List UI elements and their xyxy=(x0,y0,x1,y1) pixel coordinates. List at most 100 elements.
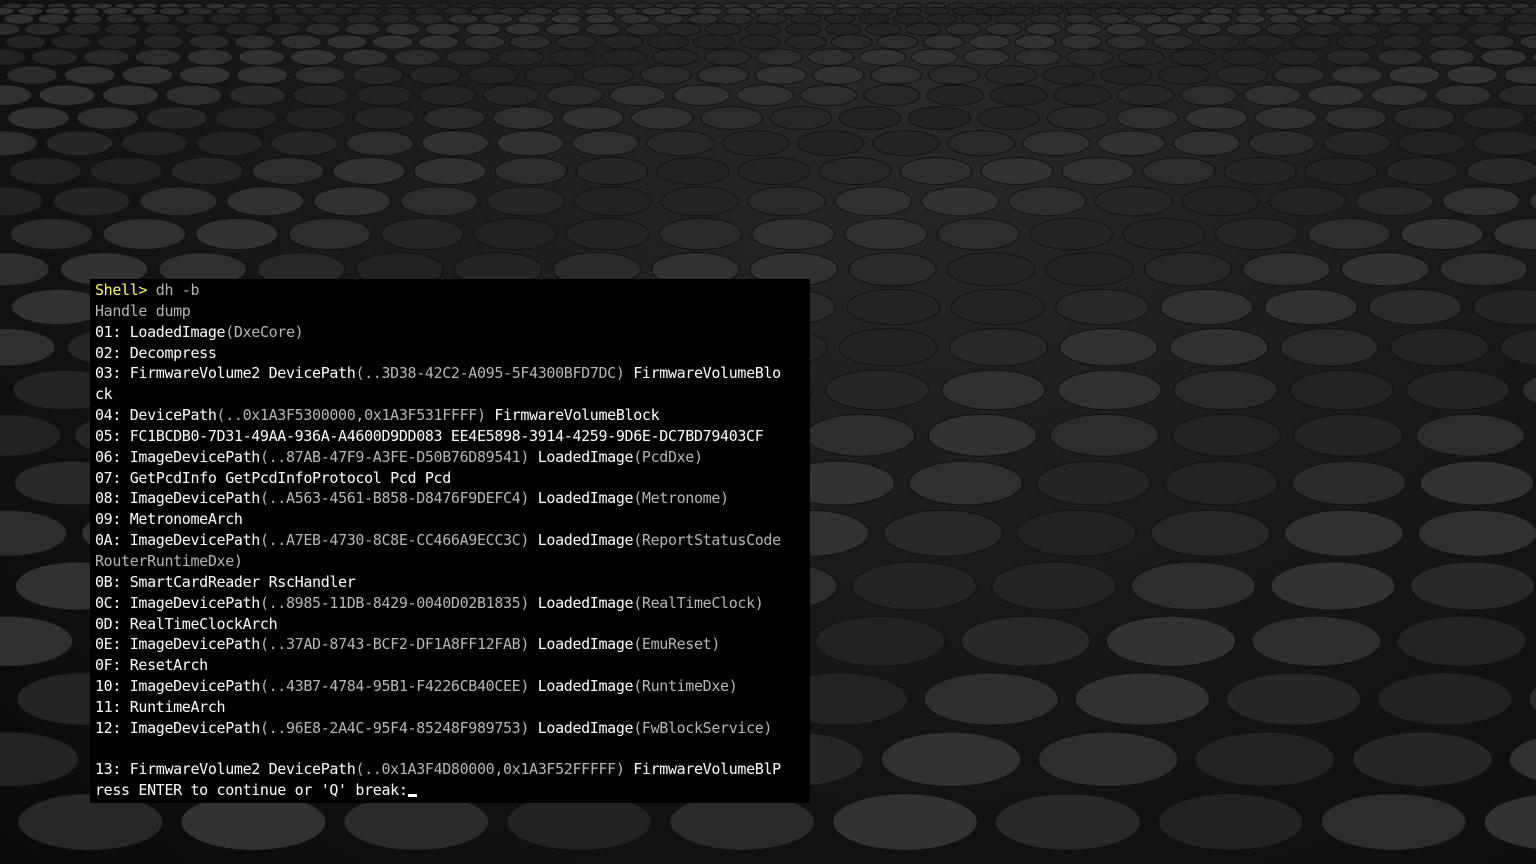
wallpaper-disc xyxy=(242,13,275,25)
wallpaper-disc xyxy=(1265,22,1303,36)
wallpaper-disc xyxy=(188,34,231,50)
wallpaper-disc xyxy=(1007,186,1087,217)
output-line: 13: FirmwareVolume2 DevicePath(..0x1A3F4… xyxy=(95,759,807,780)
wallpaper-disc xyxy=(1150,509,1271,557)
output-segment: 03: FirmwareVolume2 DevicePath xyxy=(95,364,356,383)
wallpaper-disc xyxy=(704,22,742,36)
wallpaper-disc xyxy=(799,84,858,107)
wallpaper-disc xyxy=(796,130,865,157)
wallpaper-disc xyxy=(1293,413,1403,457)
output-segment: 13: FirmwareVolume2 DevicePath xyxy=(95,760,356,779)
pause-prompt-line[interactable]: ress ENTER to continue or 'Q' break: xyxy=(95,780,807,801)
wallpaper-disc xyxy=(251,157,325,185)
output-segment: RouterRuntimeDxe) xyxy=(95,551,243,570)
wallpaper-disc xyxy=(883,509,1003,557)
wallpaper-disc xyxy=(8,157,82,185)
wallpaper-disc xyxy=(226,186,305,217)
wallpaper-disc xyxy=(980,6,1007,16)
wallpaper-disc xyxy=(351,65,404,85)
output-segment: (..37AD-8743-BCF2-DF1A8FF12FAB) xyxy=(259,635,530,654)
wallpaper-disc xyxy=(1273,48,1321,66)
wallpaper-disc xyxy=(1254,106,1318,130)
wallpaper-disc xyxy=(1445,65,1499,85)
output-line: 0B: SmartCardReader RscHandler xyxy=(95,572,807,593)
wallpaper-disc xyxy=(0,130,39,157)
wallpaper-disc xyxy=(1066,48,1114,66)
wallpaper-disc xyxy=(1169,328,1269,367)
wallpaper-disc xyxy=(1169,48,1217,66)
wallpaper-disc xyxy=(417,34,460,50)
wallpaper-disc xyxy=(1142,157,1216,185)
output-segment: 04: DevicePath xyxy=(95,406,217,425)
wallpaper-disc xyxy=(1097,130,1166,157)
uefi-shell-terminal[interactable]: Shell> dh -b Handle dump 01: LoadedImage(D… xyxy=(90,279,810,803)
wallpaper-disc xyxy=(0,48,27,66)
wallpaper-disc xyxy=(1045,252,1134,287)
wallpaper-disc xyxy=(1351,731,1493,787)
wallpaper-disc xyxy=(325,34,368,50)
wallpaper-disc xyxy=(838,328,938,367)
wallpaper-disc xyxy=(962,48,1010,66)
wallpaper-disc xyxy=(1428,48,1476,66)
wallpaper-disc xyxy=(1305,22,1343,36)
wallpaper-disc xyxy=(105,13,138,25)
wallpaper-disc xyxy=(1055,288,1149,326)
wallpaper-disc xyxy=(215,106,278,130)
wallpaper-disc xyxy=(445,48,493,66)
wallpaper-disc xyxy=(276,13,309,25)
output-segment: 12: ImageDevicePath xyxy=(95,718,260,737)
wallpaper-disc xyxy=(653,13,685,25)
wallpaper-disc xyxy=(121,65,174,85)
wallpaper-disc xyxy=(968,34,1011,50)
wallpaper-disc xyxy=(789,13,822,25)
wallpaper-disc xyxy=(195,217,279,251)
wallpaper-disc xyxy=(482,13,514,25)
wallpaper-disc xyxy=(0,328,56,367)
output-segment: 0D: RealTimeClockArch xyxy=(95,614,278,633)
wallpaper-disc xyxy=(418,84,477,107)
output-segment: (DxeCore) xyxy=(225,322,304,341)
wallpaper-disc xyxy=(755,48,803,66)
wallpaper-disc xyxy=(1304,157,1378,185)
wallpaper-disc xyxy=(609,84,667,107)
wallpaper-disc xyxy=(413,13,446,25)
wallpaper-disc xyxy=(1065,22,1102,36)
wallpaper-disc xyxy=(575,157,649,185)
wallpaper-disc xyxy=(1345,22,1383,36)
wallpaper-disc xyxy=(555,34,598,50)
wallpaper-disc xyxy=(1521,375,1536,405)
wallpaper-disc xyxy=(1279,328,1379,367)
wallpaper-disc xyxy=(815,615,946,667)
wallpaper-disc xyxy=(423,106,486,130)
wallpaper-disc xyxy=(923,672,1059,726)
wallpaper-disc xyxy=(936,217,1021,251)
wallpaper-disc xyxy=(693,34,735,50)
wallpaper-disc xyxy=(1063,13,1095,25)
wallpaper-disc xyxy=(985,22,1022,36)
wallpaper-disc xyxy=(1198,34,1240,50)
wallpaper-disc xyxy=(1185,22,1223,36)
wallpaper-disc xyxy=(341,48,389,66)
output-segment: 0A: ImageDevicePath xyxy=(95,531,260,550)
wallpaper-disc xyxy=(832,793,978,851)
wallpaper-disc xyxy=(9,217,94,251)
output-segment: 09: MetronomeArch xyxy=(95,510,243,529)
output-segment: (..8985-11DB-8429-0040D02B1835) xyxy=(259,593,530,612)
wallpaper-disc xyxy=(825,369,930,411)
wallpaper-disc xyxy=(304,22,341,36)
wallpaper-disc xyxy=(1042,65,1095,85)
wallpaper-disc xyxy=(977,106,1041,130)
wallpaper-disc xyxy=(1483,794,1536,850)
wallpaper-disc xyxy=(496,48,544,66)
output-segment: (..0x1A3F4D80000,0x1A3F52FFFFF) xyxy=(355,760,625,779)
wallpaper-disc xyxy=(311,13,343,25)
wallpaper-disc xyxy=(1268,186,1347,217)
wallpaper-disc xyxy=(755,13,788,25)
output-line: 02: Decompress xyxy=(95,343,807,364)
output-line: 0A: ImageDevicePath(..A7EB-4730-8C8E-CC4… xyxy=(95,530,807,551)
wallpaper-disc xyxy=(1016,509,1137,557)
wallpaper-disc xyxy=(1242,252,1331,287)
wallpaper-disc xyxy=(1116,106,1179,130)
wallpaper-disc xyxy=(872,130,940,157)
wallpaper-disc xyxy=(1493,217,1536,251)
